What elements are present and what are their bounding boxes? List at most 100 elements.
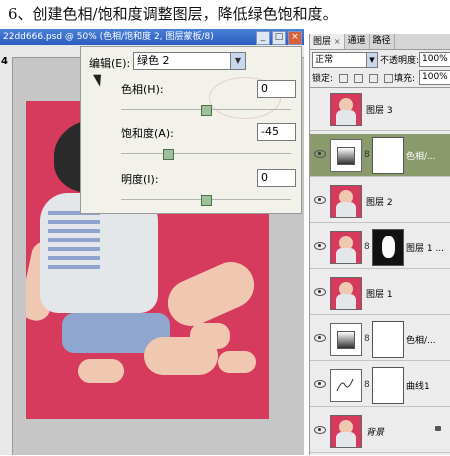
photo-leg bbox=[160, 254, 262, 334]
eye-icon[interactable] bbox=[314, 242, 326, 250]
lightness-label: 明度(I): bbox=[121, 173, 159, 186]
layer-name: 色相/... bbox=[406, 152, 436, 162]
blend-mode-select[interactable]: 正常 ▼ bbox=[312, 52, 378, 68]
layer-thumbnail[interactable] bbox=[330, 415, 362, 448]
eye-pupil bbox=[318, 336, 321, 339]
close-icon[interactable]: × bbox=[334, 37, 341, 46]
lock-all-icon[interactable] bbox=[383, 74, 393, 83]
layer-row[interactable]: 图层 1 bbox=[310, 272, 450, 315]
document-title: 22dd666.psd @ 50% (色相/饱和度 2, 图层蒙板/8) bbox=[3, 32, 214, 42]
window-controls: _ □ × bbox=[256, 31, 302, 45]
photo-hand bbox=[78, 359, 124, 383]
hue-slider-thumb[interactable] bbox=[201, 105, 212, 116]
layer-name: 色相/... bbox=[406, 336, 436, 346]
panel-tabs: 图层 × 通道 路径 bbox=[310, 34, 450, 50]
edit-range-value: 绿色 2 bbox=[137, 54, 170, 67]
tab-paths[interactable]: 路径 bbox=[370, 34, 395, 49]
layer-name: 图层 3 bbox=[366, 106, 393, 116]
tab-channels[interactable]: 通道 bbox=[345, 34, 370, 49]
eye-pupil bbox=[318, 382, 321, 385]
layers-panel: 图层 × 通道 路径 正常 ▼ 不透明度: 100% 锁定: 填充: 100% … bbox=[309, 34, 450, 455]
photo-foot bbox=[218, 351, 256, 373]
vertical-ruler: 4 bbox=[0, 56, 13, 455]
layer-row[interactable]: 图层 3 bbox=[310, 88, 450, 131]
layer-name: 图层 2 bbox=[366, 198, 393, 208]
blend-row: 正常 ▼ 不透明度: 100% bbox=[312, 52, 450, 68]
thumb-body bbox=[336, 110, 356, 125]
photo-shirt-pattern bbox=[48, 209, 100, 269]
tab-label: 图层 bbox=[313, 37, 332, 47]
link-icon[interactable]: 8 bbox=[364, 334, 370, 344]
eye-pupil bbox=[318, 290, 321, 293]
fill-input[interactable]: 100% bbox=[419, 70, 450, 85]
layer-name: 图层 1 ... bbox=[406, 244, 445, 254]
photo-hand bbox=[190, 323, 230, 349]
link-icon[interactable]: 8 bbox=[364, 380, 370, 390]
blend-mode-value: 正常 bbox=[315, 55, 334, 65]
layer-mask-thumbnail[interactable] bbox=[372, 229, 404, 266]
fill-label: 填充: bbox=[394, 74, 416, 84]
saturation-input[interactable]: -45 bbox=[257, 123, 296, 141]
layer-thumbnail[interactable] bbox=[330, 231, 362, 264]
eye-pupil bbox=[318, 244, 321, 247]
chevron-down-icon[interactable]: ▼ bbox=[230, 53, 245, 69]
saturation-slider-thumb[interactable] bbox=[162, 149, 174, 160]
lock-icon bbox=[435, 426, 441, 431]
eye-pupil bbox=[318, 428, 321, 431]
eye-icon[interactable] bbox=[314, 426, 326, 434]
lightness-slider-thumb[interactable] bbox=[201, 195, 212, 206]
tab-layers[interactable]: 图层 × bbox=[310, 34, 345, 49]
thumb-body bbox=[336, 294, 356, 309]
maximize-button[interactable]: □ bbox=[272, 31, 286, 45]
layer-thumbnail[interactable] bbox=[330, 277, 362, 310]
link-icon[interactable]: 8 bbox=[364, 150, 370, 160]
layer-row[interactable]: 图层 2 bbox=[310, 180, 450, 223]
opacity-label: 不透明度: bbox=[380, 56, 420, 66]
layer-row[interactable]: 8 色相/... bbox=[310, 318, 450, 361]
eye-icon[interactable] bbox=[314, 288, 326, 296]
layer-mask-thumbnail[interactable] bbox=[372, 367, 404, 404]
eye-icon[interactable] bbox=[314, 150, 326, 158]
minimize-button[interactable]: _ bbox=[256, 31, 270, 45]
lock-label: 锁定: bbox=[312, 74, 334, 84]
lock-transparency-icon[interactable] bbox=[338, 74, 348, 83]
opacity-input[interactable]: 100% bbox=[419, 52, 450, 67]
hue-input[interactable]: 0 bbox=[257, 80, 296, 98]
layer-row[interactable]: 8 图层 1 ... bbox=[310, 226, 450, 269]
layer-mask-thumbnail[interactable] bbox=[372, 321, 404, 358]
layers-list: 图层 3 8 色相/... 图层 2 8 图层 1 ... 图层 1 8 色相/... 8 曲线1 背… bbox=[310, 87, 450, 456]
layer-name: 曲线1 bbox=[406, 382, 430, 392]
layer-name: 背景 bbox=[366, 428, 385, 438]
adjustment-gradient-icon bbox=[337, 331, 355, 349]
saturation-label: 饱和度(A): bbox=[121, 127, 174, 140]
eye-icon[interactable] bbox=[314, 380, 326, 388]
lock-row: 锁定: 填充: 100% bbox=[312, 70, 450, 85]
layer-row[interactable]: 背景 bbox=[310, 410, 450, 453]
eye-icon[interactable] bbox=[314, 334, 326, 342]
thumb-body bbox=[336, 248, 356, 263]
eye-icon[interactable] bbox=[314, 196, 326, 204]
thumb-body bbox=[336, 202, 356, 217]
layer-mask-thumbnail[interactable] bbox=[372, 137, 404, 174]
link-icon[interactable]: 8 bbox=[364, 242, 370, 252]
lock-position-icon[interactable] bbox=[368, 74, 378, 83]
saturation-slider-track[interactable] bbox=[121, 153, 291, 154]
layer-thumbnail[interactable] bbox=[330, 93, 362, 126]
instruction-heading: 6、创建色相/饱和度调整图层，降低绿色饱和度。 bbox=[8, 5, 338, 23]
edit-range-select[interactable]: 绿色 2 ▼ bbox=[133, 52, 246, 70]
layer-row[interactable]: 8 色相/... bbox=[310, 134, 450, 177]
layer-thumbnail[interactable] bbox=[330, 185, 362, 218]
ruler-mark: 4 bbox=[1, 56, 8, 67]
chevron-down-icon[interactable]: ▼ bbox=[366, 53, 377, 67]
hue-saturation-adjustment-icon[interactable] bbox=[330, 139, 362, 172]
thumb-body bbox=[336, 432, 356, 447]
hue-saturation-adjustment-icon[interactable] bbox=[330, 323, 362, 356]
layer-row[interactable]: 8 曲线1 bbox=[310, 364, 450, 407]
hue-saturation-dialog: 编辑(E): 绿色 2 ▼ 色相(H): 0 饱和度(A): -45 明度(I)… bbox=[80, 46, 302, 214]
lightness-input[interactable]: 0 bbox=[257, 169, 296, 187]
layer-name: 图层 1 bbox=[366, 290, 393, 300]
curves-adjustment-icon[interactable] bbox=[330, 369, 362, 402]
close-button[interactable]: × bbox=[288, 31, 302, 45]
mask-shape bbox=[382, 236, 395, 258]
lock-pixels-icon[interactable] bbox=[353, 74, 363, 83]
